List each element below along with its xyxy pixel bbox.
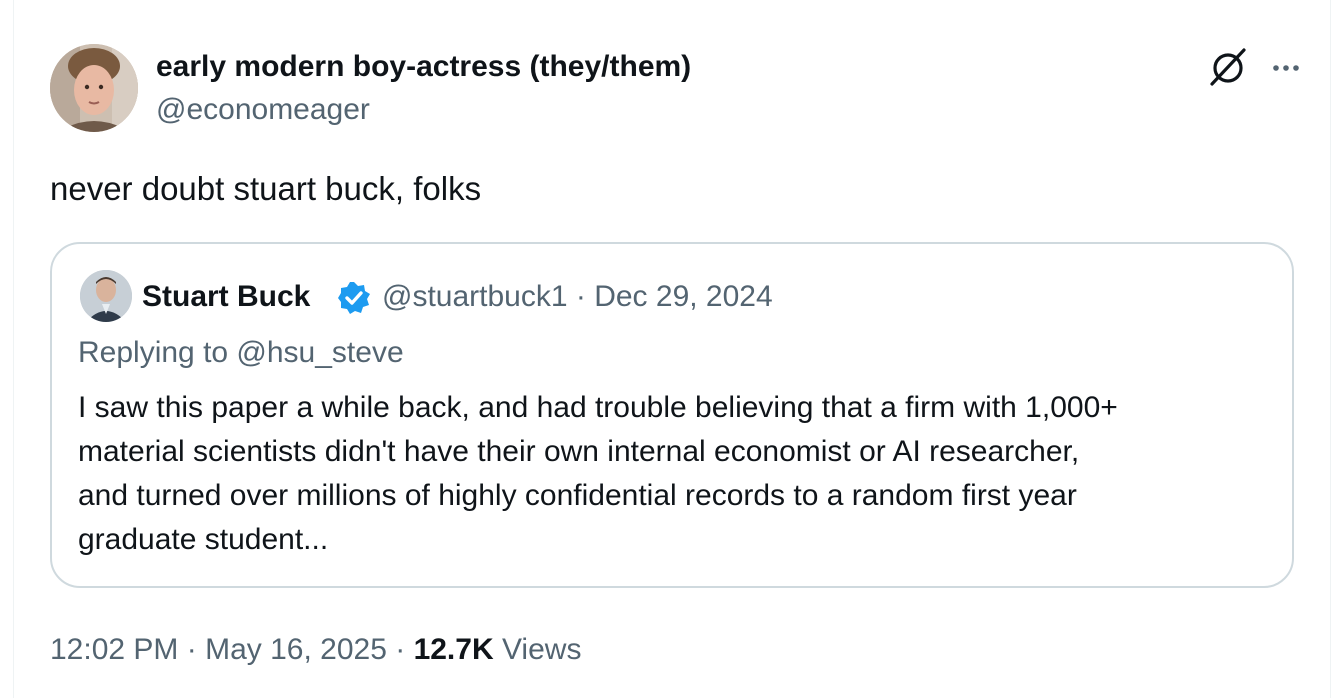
author-handle[interactable]: @economeager bbox=[156, 91, 370, 129]
quoted-tweet-text: I saw this paper a while back, and had t… bbox=[78, 386, 1278, 562]
tweet-date[interactable]: May 16, 2025 bbox=[205, 633, 387, 666]
quoted-text-line: and turned over millions of highly confi… bbox=[78, 479, 1077, 512]
author-avatar[interactable] bbox=[50, 44, 138, 132]
avatar-image bbox=[50, 44, 138, 132]
views-label: Views bbox=[501, 633, 582, 666]
tweet-text: never doubt stuart buck, folks bbox=[50, 170, 482, 207]
quoted-text-line: material scientists didn't have their ow… bbox=[78, 435, 1080, 468]
quoted-text-line: graduate student... bbox=[78, 523, 329, 556]
quoted-tweet[interactable]: Stuart Buck @stuartbuck1 · Dec 29, 2024 … bbox=[50, 242, 1294, 588]
tweet-header: early modern boy-actress (they/them) @ec… bbox=[50, 44, 1299, 134]
grok-icon[interactable] bbox=[1206, 44, 1250, 88]
author-name[interactable]: early modern boy-actress (they/them) bbox=[156, 48, 691, 86]
tweet-page: early modern boy-actress (they/them) @ec… bbox=[13, 0, 1331, 698]
quoted-author-avatar[interactable] bbox=[80, 270, 132, 322]
separator: · bbox=[386, 633, 414, 666]
views-count: 12.7K bbox=[413, 633, 494, 666]
quoted-text-line: I saw this paper a while back, and had t… bbox=[78, 391, 1118, 424]
quoted-avatar-image bbox=[80, 270, 132, 322]
quoted-handle-date[interactable]: @stuartbuck1 · Dec 29, 2024 bbox=[382, 278, 773, 316]
tweet-metadata: 12:02 PM · May 16, 2025 · 12.7K Views bbox=[50, 630, 581, 670]
replying-to[interactable]: Replying to @hsu_steve bbox=[78, 334, 404, 372]
tweet-time[interactable]: 12:02 PM bbox=[50, 633, 178, 666]
more-icon[interactable] bbox=[1268, 50, 1304, 86]
quoted-author-name[interactable]: Stuart Buck bbox=[142, 278, 310, 316]
verified-badge-icon bbox=[336, 280, 372, 316]
separator: · bbox=[178, 633, 206, 666]
